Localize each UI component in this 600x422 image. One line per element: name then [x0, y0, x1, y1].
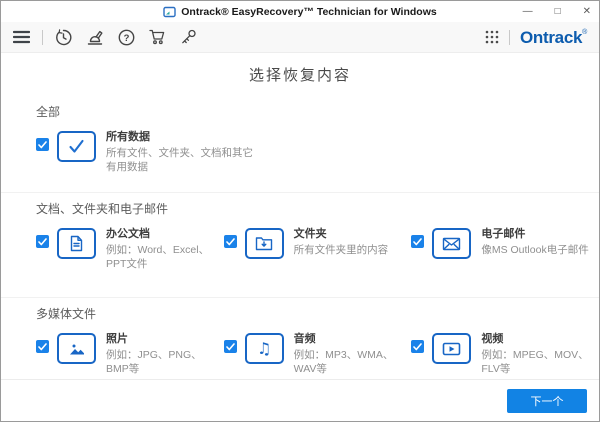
toolbar-separator: [508, 29, 510, 45]
item-title: 音频: [293, 333, 316, 345]
checkbox-audio[interactable]: [223, 340, 237, 353]
history-icon[interactable]: [55, 28, 72, 46]
section-heading-all: 全部: [36, 105, 61, 119]
license-key-icon[interactable]: [180, 29, 197, 45]
email-envelope-icon: [432, 228, 472, 259]
svg-text:?: ?: [124, 33, 130, 44]
checkbox-office-documents[interactable]: [36, 235, 49, 248]
cart-icon[interactable]: [149, 29, 166, 45]
section-all-row: 所有数据 所有文件、文件夹、文档和其它有用数据: [1, 131, 599, 174]
music-note-glyph: ♫: [257, 338, 272, 358]
item-title: 照片: [106, 333, 128, 345]
item-title: 视频: [481, 333, 504, 345]
toolbar-separator: [42, 29, 43, 45]
checkbox-all-data[interactable]: [36, 138, 49, 151]
checkbox-folders[interactable]: [223, 235, 237, 248]
item-all-data[interactable]: 所有数据 所有文件、文件夹、文档和其它有用数据: [36, 131, 253, 174]
item-description: 所有文件、文件夹、文档和其它有用数据: [106, 147, 253, 173]
maximize-button[interactable]: □: [555, 1, 561, 22]
section-divider: [1, 192, 599, 193]
diagnostics-icon[interactable]: [86, 29, 104, 46]
item-description: 例如：JPG、PNG、BMP等: [106, 349, 202, 375]
ontrack-logo: Ontrack®: [519, 27, 587, 47]
minimize-button[interactable]: —: [523, 1, 533, 22]
registered-mark: ®: [582, 28, 587, 36]
item-photos[interactable]: 照片 例如：JPG、PNG、BMP等: [36, 333, 224, 376]
item-title: 办公文档: [106, 228, 150, 240]
item-title: 电子邮件: [481, 228, 526, 240]
item-video[interactable]: 视频 例如：MPEG、MOV、FLV等: [411, 333, 599, 376]
item-office-documents[interactable]: 办公文档 例如：Word、Excel、PPT文件: [36, 228, 224, 271]
item-description: 所有文件夹里的内容: [293, 244, 389, 256]
item-description: 像MS Outlook电子邮件: [481, 244, 589, 256]
item-title: 文件夹: [293, 228, 327, 240]
all-data-check-icon: [57, 131, 96, 162]
office-document-icon: [57, 228, 96, 259]
item-folders[interactable]: 文件夹 所有文件夹里的内容: [223, 228, 412, 271]
help-icon[interactable]: ?: [118, 29, 135, 46]
section-divider: [1, 297, 599, 298]
window-title: Ontrack® EasyRecovery™ Technician for Wi…: [181, 5, 437, 18]
window-title-group: Ontrack® EasyRecovery™ Technician for Wi…: [163, 5, 437, 18]
video-play-icon: [432, 333, 472, 364]
toolbar: ? Ontrack®: [1, 22, 599, 53]
checkbox-email[interactable]: [411, 235, 425, 248]
section-heading-multimedia: 多媒体文件: [36, 307, 97, 321]
checkbox-photos[interactable]: [36, 340, 49, 353]
section-multimedia-row: 照片 例如：JPG、PNG、BMP等 ♫ 音频 例如：MP3、WMA、WAV等: [1, 333, 599, 376]
title-bar: Ontrack® EasyRecovery™ Technician for Wi…: [1, 1, 599, 22]
close-button[interactable]: ✕: [583, 1, 591, 22]
next-button[interactable]: 下一个: [507, 389, 587, 413]
checkbox-video[interactable]: [411, 340, 425, 353]
section-heading-documents: 文档、文件夹和电子邮件: [36, 202, 169, 216]
section-documents-row: 办公文档 例如：Word、Excel、PPT文件 文件夹 所有文件夹里的内容 电…: [1, 228, 599, 271]
apps-grid-icon[interactable]: [485, 30, 499, 44]
audio-note-icon: ♫: [244, 333, 284, 364]
item-title: 所有数据: [106, 131, 150, 143]
photo-icon: [57, 333, 96, 364]
app-icon: [163, 6, 176, 18]
item-audio[interactable]: ♫ 音频 例如：MP3、WMA、WAV等: [223, 333, 412, 376]
item-description: 例如：Word、Excel、PPT文件: [106, 244, 210, 270]
item-description: 例如：MPEG、MOV、FLV等: [481, 349, 589, 375]
item-description: 例如：MP3、WMA、WAV等: [293, 349, 394, 375]
page-title: 选择恢复内容: [248, 67, 351, 84]
folder-download-icon: [244, 228, 284, 259]
window-controls: — □ ✕: [523, 1, 591, 22]
footer-bar: 下一个: [1, 379, 599, 421]
item-email[interactable]: 电子邮件 像MS Outlook电子邮件: [411, 228, 599, 271]
menu-icon[interactable]: [13, 30, 30, 44]
